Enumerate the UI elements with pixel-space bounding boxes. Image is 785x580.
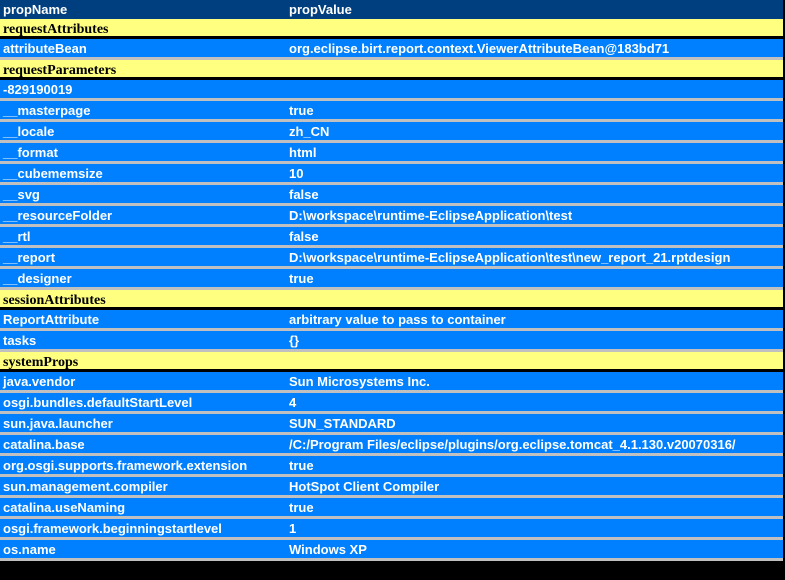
prop-name: org.osgi.supports.framework.extension: [3, 458, 248, 473]
prop-value: [289, 80, 783, 98]
table-row: attributeBean org.eclipse.birt.report.con…: [0, 39, 783, 60]
table-header: propName propValue: [0, 0, 783, 19]
prop-name: sun.management.compiler: [3, 479, 168, 494]
table-row: tasks {}: [0, 331, 783, 352]
table-row: __masterpage true: [0, 101, 783, 122]
table-row: -829190019: [0, 80, 783, 101]
section-header: requestParameters: [0, 60, 783, 80]
prop-value: D:\workspace\runtime-EclipseApplication\…: [289, 208, 573, 223]
table-row: ReportAttribute arbitrary value to pass t…: [0, 310, 783, 331]
prop-name: __resourceFolder: [3, 208, 113, 223]
prop-name: java.vendor: [3, 374, 76, 389]
prop-value: 1: [289, 521, 297, 536]
prop-name: sun.java.launcher: [3, 416, 113, 431]
table-row: catalina.base/C:/Program Files/eclipse/p…: [0, 435, 783, 456]
prop-value: SUN_STANDARD: [289, 416, 396, 431]
prop-value: 10: [289, 166, 304, 181]
prop-value: Windows XP: [289, 542, 367, 557]
prop-value: html: [289, 145, 317, 160]
table-row: sun.management.compiler HotSpot Client Co…: [0, 477, 783, 498]
table-row: __locale zh_CN: [0, 122, 783, 143]
prop-name: __locale: [3, 124, 55, 139]
prop-value: false: [289, 229, 319, 244]
prop-value: HotSpot Client Compiler: [289, 479, 440, 494]
prop-value: true: [289, 458, 314, 473]
prop-value: true: [289, 271, 314, 286]
prop-value: Sun Microsystems Inc.: [289, 374, 430, 389]
prop-name: ReportAttribute: [3, 312, 100, 327]
prop-name: osgi.bundles.defaultStartLevel: [3, 395, 193, 410]
section-header: systemProps: [0, 352, 783, 372]
properties-table: propName propValue requestAttributes attr…: [0, 0, 783, 580]
prop-name: __rtl: [3, 229, 31, 244]
prop-name: __svg: [3, 187, 40, 202]
table-row: os.name Windows XP: [0, 540, 783, 561]
prop-name: tasks: [3, 333, 37, 348]
prop-value: 4: [289, 395, 297, 410]
table-row: org.osgi.supports.framework.extension tru…: [0, 456, 783, 477]
table-row: osgi.bundles.defaultStartLevel 4: [0, 393, 783, 414]
prop-name: attributeBean: [3, 41, 87, 56]
table-row: __resourceFolder D:\workspace\runtime-Ecl…: [0, 206, 783, 227]
prop-value: zh_CN: [289, 124, 330, 139]
prop-name: catalina.base: [3, 437, 85, 452]
table-row: __cubememsize 10: [0, 164, 783, 185]
prop-name: __cubememsize: [3, 166, 103, 181]
prop-value: {}: [289, 333, 300, 348]
prop-name: __format: [3, 145, 58, 160]
prop-name: __masterpage: [3, 103, 91, 118]
table-row: __designer true: [0, 269, 783, 290]
table-row: java.vendor Sun Microsystems Inc.: [0, 372, 783, 393]
prop-name: os.name: [3, 542, 56, 557]
table-row: __format html: [0, 143, 783, 164]
table-row: __rtl false: [0, 227, 783, 248]
section-header: sessionAttributes: [0, 290, 783, 310]
table-row: catalina.useNaming true: [0, 498, 783, 519]
column-header-propvalue: propValue: [289, 2, 352, 17]
prop-value: arbitrary value to pass to container: [289, 312, 506, 327]
prop-name: catalina.useNaming: [3, 500, 126, 515]
prop-name: -829190019: [3, 82, 73, 97]
column-header-propname: propName: [3, 2, 68, 17]
table-row: __report D:\workspace\runtime-EclipseAppl…: [0, 248, 783, 269]
prop-value: /C:/Program Files/eclipse/plugins/org.ec…: [289, 437, 736, 452]
table-row: __svg false: [0, 185, 783, 206]
prop-value: org.eclipse.birt.report.context.ViewerAt…: [289, 41, 670, 56]
prop-name: __designer: [3, 271, 72, 286]
prop-name: osgi.framework.beginningstartlevel: [3, 521, 222, 536]
prop-value: false: [289, 187, 319, 202]
prop-value: true: [289, 103, 314, 118]
prop-value: D:\workspace\runtime-EclipseApplication\…: [289, 250, 731, 265]
section-header: requestAttributes: [0, 19, 783, 39]
prop-value: true: [289, 500, 314, 515]
prop-name: __report: [3, 250, 56, 265]
table-row: sun.java.launcher SUN_STANDARD: [0, 414, 783, 435]
table-row: osgi.framework.beginningstartlevel 1: [0, 519, 783, 540]
